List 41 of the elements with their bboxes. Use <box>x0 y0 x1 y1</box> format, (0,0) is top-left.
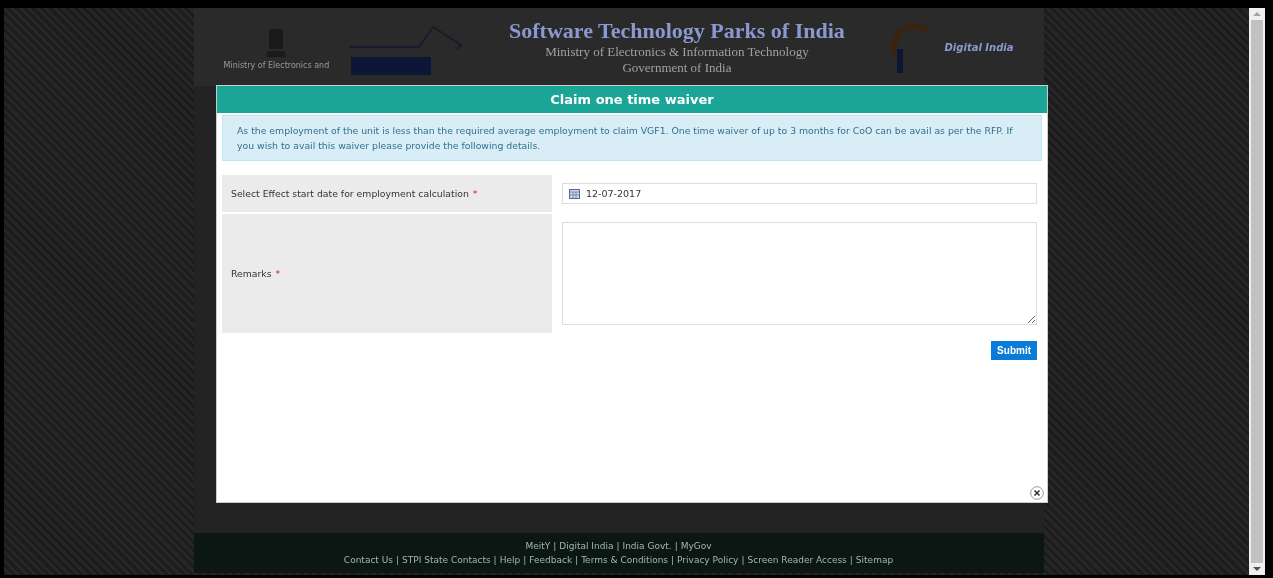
close-icon[interactable] <box>1030 486 1044 500</box>
field-label: Select Effect start date for employment calculation <box>231 188 469 199</box>
dialog-title: Claim one time waiver <box>217 86 1047 113</box>
ministry-caption: Ministry of Electronics and <box>223 60 330 70</box>
footer-link[interactable]: STPI State Contacts <box>402 555 491 565</box>
scrollbar[interactable] <box>1249 8 1265 575</box>
site-title: Software Technology Parks of India <box>509 18 845 44</box>
footer-link[interactable]: Contact Us <box>343 555 393 565</box>
link-separator: | <box>616 541 620 551</box>
footer-link[interactable]: Terms & Conditions <box>581 555 669 565</box>
required-mark: * <box>472 188 478 199</box>
link-separator: | <box>671 555 675 565</box>
footer-link[interactable]: MyGov <box>680 541 712 551</box>
link-separator: | <box>523 555 527 565</box>
footer-link[interactable]: Privacy Policy <box>677 555 739 565</box>
link-separator: | <box>493 555 497 565</box>
link-separator: | <box>849 555 853 565</box>
submit-button[interactable]: Submit <box>991 341 1037 360</box>
link-separator: | <box>674 541 678 551</box>
government-name: Government of India <box>622 60 732 76</box>
link-separator: | <box>396 555 400 565</box>
remarks-field[interactable] <box>562 222 1037 325</box>
ministry-name: Ministry of Electronics & Information Technology <box>545 44 809 60</box>
date-value: 12-07-2017 <box>586 188 642 199</box>
date-field[interactable]: 12-07-2017 <box>562 183 1037 204</box>
link-separator: | <box>553 541 557 551</box>
required-mark: * <box>275 268 281 279</box>
footer-link[interactable]: India Govt. <box>622 541 672 551</box>
link-separator: | <box>575 555 579 565</box>
footer-link[interactable]: Digital India <box>559 541 614 551</box>
footer-link[interactable]: Sitemap <box>855 555 894 565</box>
footer-link[interactable]: MeitY <box>525 541 551 551</box>
digital-india-text: Digital India <box>944 41 1014 53</box>
calendar-icon <box>569 188 580 199</box>
footer-link[interactable]: Help <box>499 555 521 565</box>
link-separator: | <box>741 555 745 565</box>
info-message: As the employment of the unit is less than the required average employment to claim VGF1. One time waiver of up to 3 months for CoO can be avail as per the RFP. If you wish to avail this waiver please provide the following details. <box>222 115 1042 161</box>
field-label: Remarks <box>231 268 272 279</box>
footer-link[interactable]: Feedback <box>529 555 573 565</box>
footer-link[interactable]: Screen Reader Access <box>747 555 847 565</box>
scrollbar-thumb[interactable] <box>1251 20 1263 563</box>
